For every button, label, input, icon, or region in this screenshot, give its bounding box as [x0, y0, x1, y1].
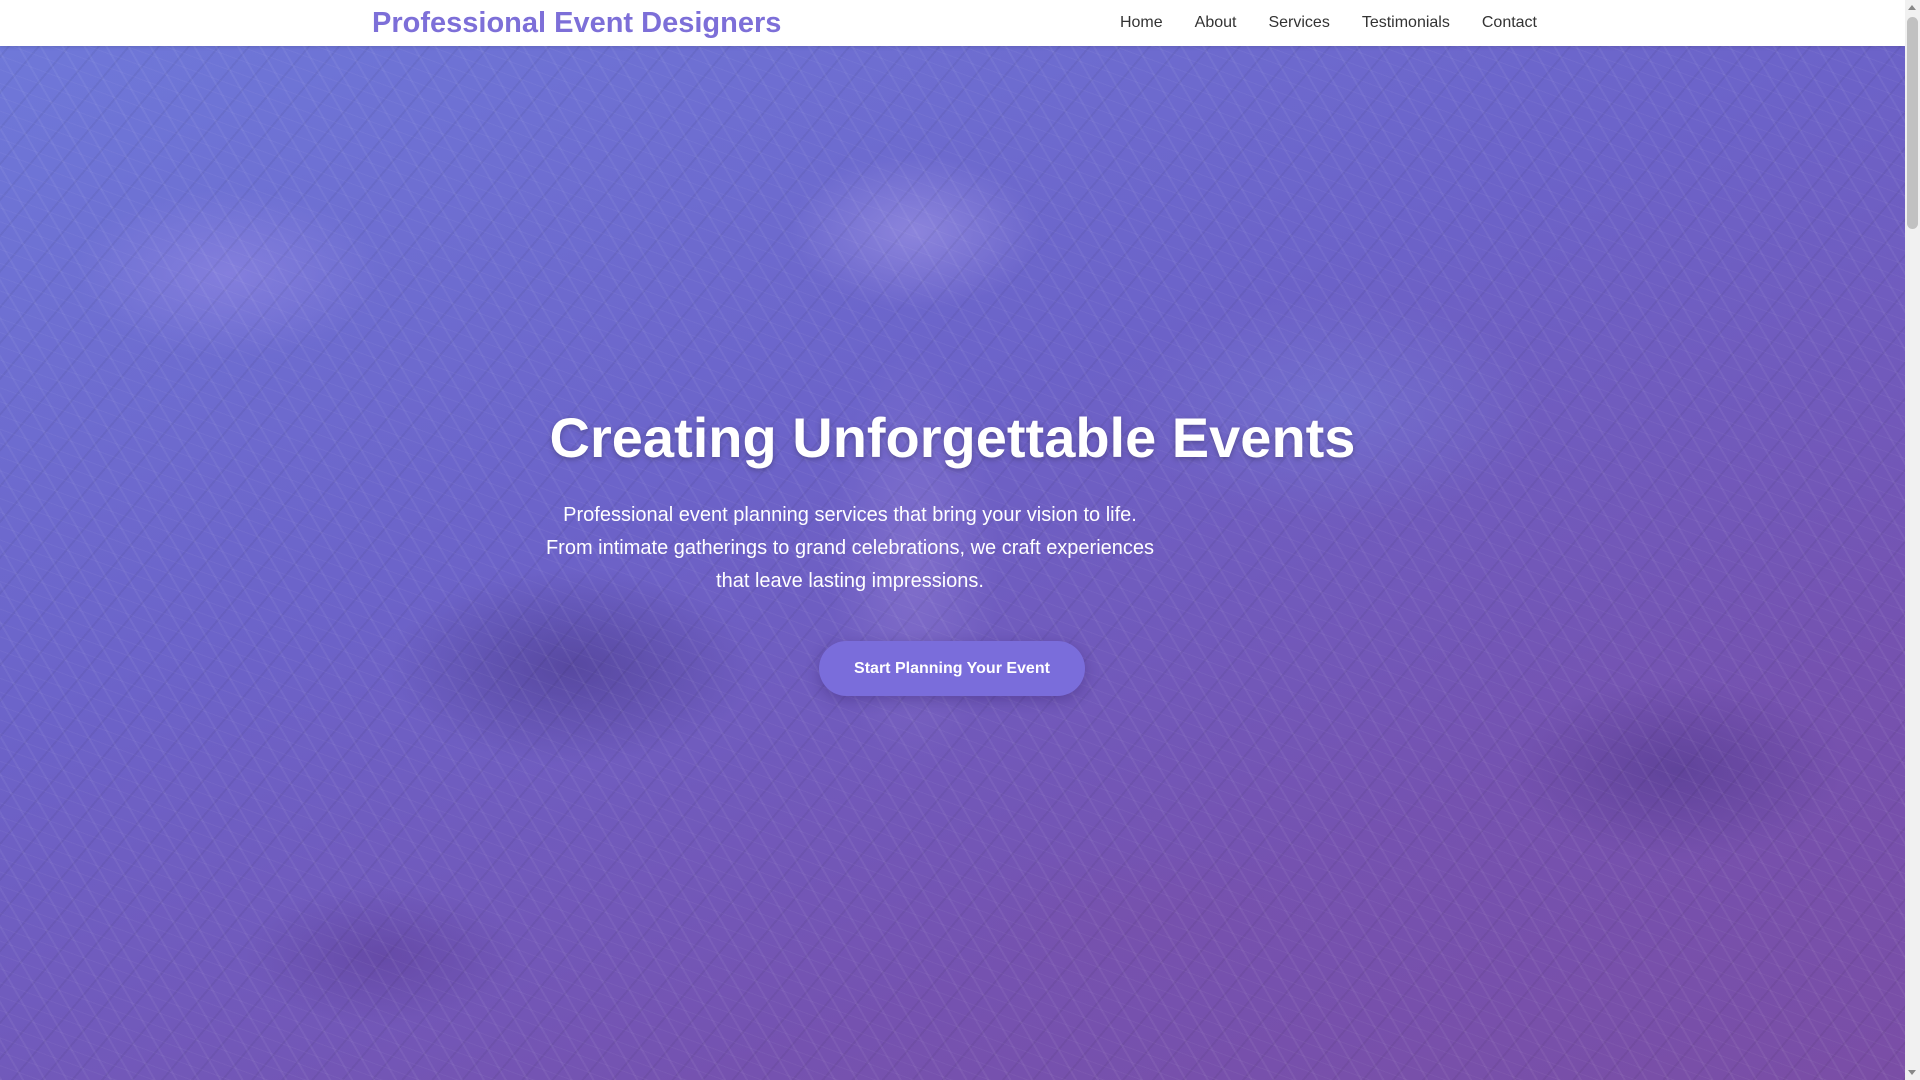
nav-link-about[interactable]: About [1195, 14, 1237, 32]
hero-subtitle: Professional event planning services tha… [545, 504, 1155, 592]
nav-link-contact[interactable]: Contact [1482, 14, 1537, 32]
scroll-up-arrow-icon[interactable] [1908, 5, 1916, 10]
nav-list: Home About Services Testimonials Contact [1088, 0, 1537, 46]
scrollbar-thumb[interactable] [1907, 17, 1918, 229]
nav-link-services[interactable]: Services [1268, 14, 1329, 32]
nav-item-services: Services [1236, 14, 1329, 32]
vertical-scrollbar[interactable] [1905, 0, 1920, 1080]
site-header: Professional Event Designers Home About … [0, 0, 1905, 46]
hero-title: Creating Unforgettable Events [549, 406, 1356, 469]
nav-link-testimonials[interactable]: Testimonials [1362, 14, 1450, 32]
nav-item-about: About [1163, 14, 1237, 32]
nav-link-home[interactable]: Home [1120, 14, 1163, 32]
nav-item-contact: Contact [1450, 14, 1537, 32]
scroll-down-arrow-icon[interactable] [1908, 1070, 1916, 1075]
hero-content: Creating Unforgettable Events Profession… [0, 46, 1905, 1080]
page: Professional Event Designers Home About … [0, 0, 1920, 1080]
brand-logo-link[interactable]: Professional Event Designers [372, 4, 781, 42]
nav-item-testimonials: Testimonials [1330, 14, 1450, 32]
hero-section: Creating Unforgettable Events Profession… [0, 46, 1905, 1080]
nav-item-home: Home [1088, 14, 1163, 32]
start-planning-button[interactable]: Start Planning Your Event [819, 641, 1085, 696]
